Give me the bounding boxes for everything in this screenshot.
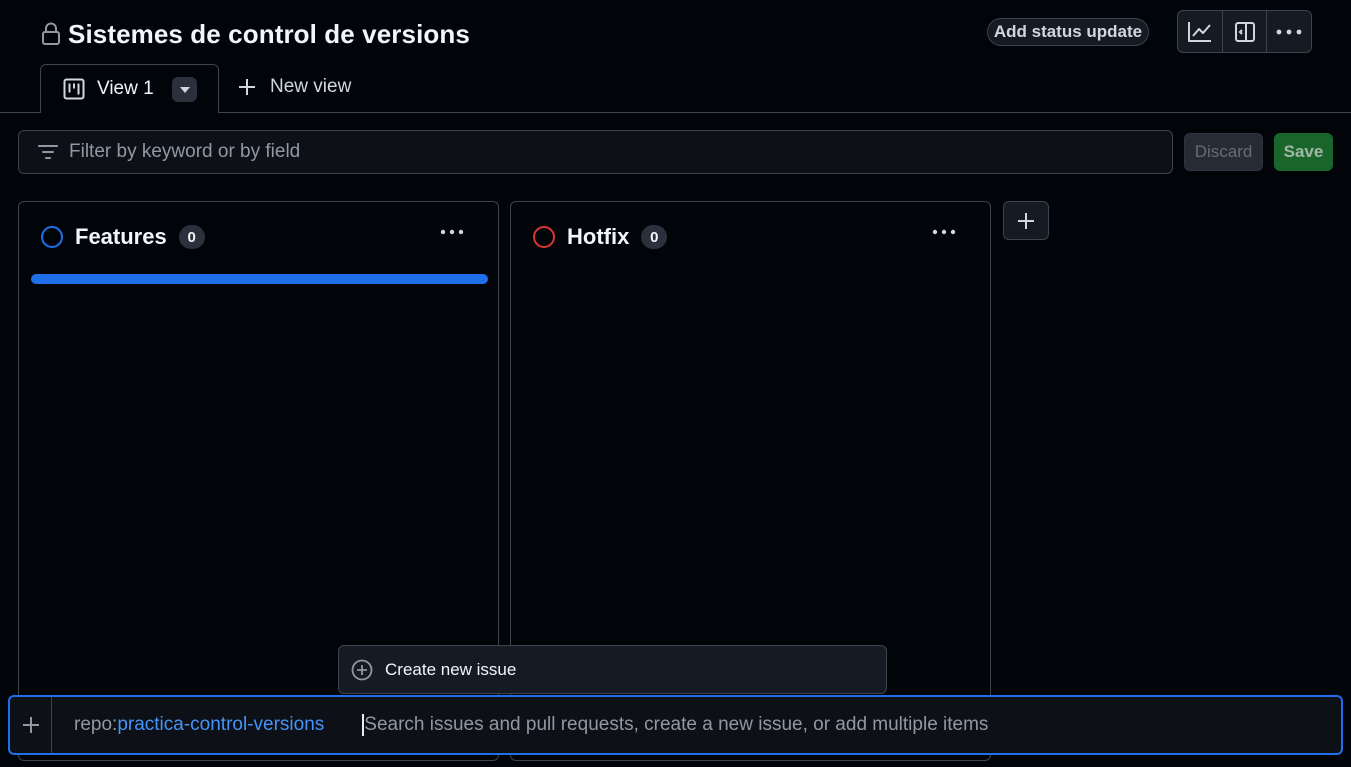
plus-icon	[238, 78, 256, 96]
save-button[interactable]: Save	[1274, 133, 1333, 171]
tab-options-button[interactable]	[172, 77, 197, 102]
insights-button[interactable]	[1178, 11, 1222, 52]
plus-circle-icon	[351, 659, 373, 681]
create-new-issue-label: Create new issue	[385, 659, 517, 679]
new-view-label: New view	[270, 76, 352, 97]
status-circle-icon	[533, 226, 555, 248]
add-status-update-button[interactable]: Add status update	[987, 18, 1149, 46]
project-board-icon	[63, 78, 85, 100]
column-header: Hotfix 0	[533, 224, 668, 250]
repo-scope-selector[interactable]: repo:practica-control-versions	[74, 714, 324, 736]
kebab-horizontal-icon	[440, 229, 464, 235]
filter-icon	[37, 143, 59, 161]
status-circle-icon	[41, 226, 63, 248]
add-item-search-input[interactable]	[362, 714, 1223, 736]
column-title: Features	[75, 224, 167, 249]
create-new-issue-option[interactable]: Create new issue	[338, 645, 887, 694]
repo-name: practica-control-versions	[117, 714, 325, 735]
plus-icon	[1017, 212, 1035, 230]
column-header: Features 0	[41, 224, 205, 250]
item-count-badge: 0	[178, 225, 205, 249]
plus-icon	[22, 716, 40, 734]
lock-icon	[40, 22, 62, 46]
column-menu-button[interactable]	[930, 220, 958, 244]
more-options-button[interactable]	[1266, 11, 1311, 52]
drop-indicator	[31, 274, 488, 284]
kebab-horizontal-icon	[932, 229, 956, 235]
tab-label: View 1	[97, 78, 154, 99]
filter-bar	[18, 130, 1173, 174]
triangle-down-icon	[179, 86, 190, 93]
new-view-button[interactable]: New view	[238, 76, 351, 98]
add-item-button[interactable]	[10, 697, 52, 753]
filter-input[interactable]	[69, 141, 1069, 163]
item-count-badge: 0	[641, 225, 668, 249]
side-panel-button[interactable]	[1221, 11, 1267, 52]
add-column-button[interactable]	[1003, 201, 1049, 240]
repo-prefix: repo:	[74, 714, 118, 735]
graph-icon	[1187, 20, 1213, 44]
column-menu-button[interactable]	[438, 220, 466, 244]
discard-button[interactable]: Discard	[1184, 133, 1263, 171]
page-title: Sistemes de control de versions	[68, 18, 470, 49]
sidebar-icon	[1234, 20, 1256, 44]
page-header: Sistemes de control de versions	[40, 14, 470, 54]
kebab-horizontal-icon	[1276, 28, 1302, 36]
tab-view-1[interactable]: View 1	[40, 64, 219, 113]
add-item-bar: repo:practica-control-versions	[8, 695, 1343, 755]
column-title: Hotfix	[567, 224, 630, 249]
header-action-group	[1177, 10, 1312, 53]
